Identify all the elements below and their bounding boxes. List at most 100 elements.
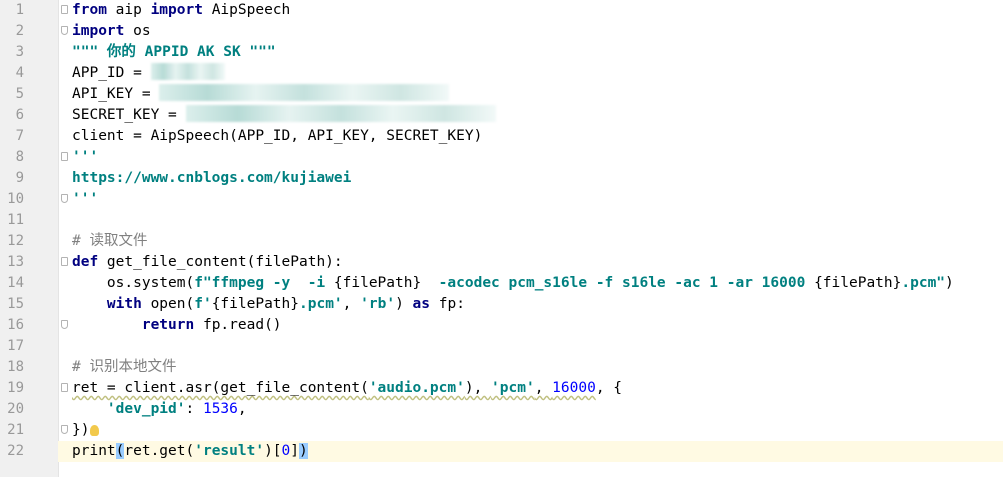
code-token: {filePath} <box>211 296 300 312</box>
line-number: 4 <box>15 65 24 81</box>
code-editor[interactable]: 1 2 3 4 5 6 7 8 9 10 11 12 13 14 15 16 17 18 19 20 21 22 from… <box>0 0 1003 477</box>
fold-end-icon[interactable] <box>61 26 68 35</box>
code-line[interactable]: """ 你的 APPID AK SK """ <box>58 42 1003 63</box>
code-token: f"ffmpeg -y -i <box>194 275 334 291</box>
code-text: }) <box>72 420 100 441</box>
code-text: """ 你的 APPID AK SK """ <box>72 42 276 63</box>
code-text: API_KEY = <box>72 84 450 105</box>
code-text: print(ret.get('result')[0]) <box>72 441 308 462</box>
code-line[interactable]: APP_ID = <box>58 63 1003 84</box>
code-token: 0 <box>281 443 291 459</box>
line-number: 2 <box>15 23 24 39</box>
redacted-value <box>185 105 496 122</box>
line-number-gutter[interactable]: 1 2 3 4 5 6 7 8 9 10 11 12 13 14 15 16 17 18 19 20 21 22 <box>0 0 59 477</box>
code-token: ) <box>299 443 308 459</box>
fold-end-icon[interactable] <box>61 425 68 434</box>
code-line[interactable]: ''' <box>58 147 1003 168</box>
code-text: 'dev_pid': 1536, <box>72 399 247 420</box>
code-token: )[ <box>264 443 282 459</box>
code-line[interactable]: 'dev_pid': 1536, <box>58 399 1003 420</box>
code-token: : <box>185 401 203 417</box>
code-token: 'dev_pid' <box>106 401 186 417</box>
code-text: ''' <box>72 147 98 168</box>
code-token: aip <box>106 2 151 18</box>
line-number: 20 <box>7 401 24 417</box>
code-token: {filePath} <box>814 275 902 291</box>
code-token: ) <box>395 296 413 312</box>
fold-start-icon[interactable] <box>61 152 68 161</box>
fold-end-icon[interactable] <box>61 194 68 203</box>
fold-start-icon[interactable] <box>61 257 68 266</box>
code-token: fp: <box>430 296 465 312</box>
code-token: , <box>237 401 247 417</box>
code-line[interactable]: from aip import AipSpeech <box>58 0 1003 21</box>
code-token: ret.get( <box>124 443 195 459</box>
line-number: 14 <box>7 275 24 291</box>
code-token: , <box>534 380 553 396</box>
code-token: os <box>124 23 151 39</box>
code-area[interactable]: from aip import AipSpeech import os """ 你的… <box>58 0 1003 477</box>
code-token: AipSpeech <box>202 2 291 18</box>
code-token: 'pcm' <box>491 380 535 396</box>
code-line[interactable]: os.system(f"ffmpeg -y -i {filePath} -aco… <box>58 273 1003 294</box>
code-token: open( <box>141 296 195 312</box>
code-line[interactable]: ret = client.asr(get_file_content('audio… <box>58 378 1003 399</box>
code-text: https://www.cnblogs.com/kujiawei <box>72 168 351 189</box>
code-token: , <box>342 296 361 312</box>
code-text: # 读取文件 <box>72 231 147 252</box>
code-token: fp.read() <box>194 317 282 333</box>
code-text: def get_file_content(filePath): <box>72 252 343 273</box>
code-token: {filePath} <box>333 275 422 291</box>
code-line[interactable]: client = AipSpeech(APP_ID, API_KEY, SECR… <box>58 126 1003 147</box>
code-token: 16000 <box>552 380 596 396</box>
code-line[interactable] <box>58 336 1003 357</box>
code-text: client = AipSpeech(APP_ID, API_KEY, SECR… <box>72 126 482 147</box>
code-token: def <box>72 254 99 270</box>
code-line[interactable]: def get_file_content(filePath): <box>58 252 1003 273</box>
line-number: 6 <box>15 107 24 123</box>
code-token: .pcm" <box>901 275 946 291</box>
code-token: .pcm' <box>299 296 343 312</box>
code-text: from aip import AipSpeech <box>72 0 290 21</box>
line-number: 17 <box>7 338 24 354</box>
code-token: ''' <box>72 191 99 207</box>
code-line[interactable]: # 识别本地文件 <box>58 357 1003 378</box>
fold-start-icon[interactable] <box>61 383 68 392</box>
code-token: }) <box>72 422 90 438</box>
code-token: get_file_content(filePath): <box>98 254 343 270</box>
line-number: 19 <box>7 380 24 396</box>
code-line[interactable]: API_KEY = <box>58 84 1003 105</box>
code-line[interactable] <box>58 210 1003 231</box>
fold-end-icon[interactable] <box>61 320 68 329</box>
code-line[interactable]: https://www.cnblogs.com/kujiawei <box>58 168 1003 189</box>
code-token: ] <box>290 443 300 459</box>
code-line[interactable]: # 读取文件 <box>58 231 1003 252</box>
code-text: # 识别本地文件 <box>72 357 176 378</box>
code-line[interactable]: return fp.read() <box>58 315 1003 336</box>
code-line[interactable]: ''' <box>58 189 1003 210</box>
fold-start-icon[interactable] <box>61 5 68 14</box>
code-token: , { <box>595 380 623 396</box>
code-text: return fp.read() <box>72 315 282 336</box>
code-line[interactable]: with open(f'{filePath}.pcm', 'rb') as fp… <box>58 294 1003 315</box>
code-token: ), <box>464 380 492 396</box>
code-token: ret = client.asr(get_file_content( <box>72 380 369 396</box>
lightbulb-icon[interactable] <box>90 425 100 436</box>
code-line[interactable]: import os <box>58 21 1003 42</box>
code-line[interactable]: print(ret.get('result')[0]) <box>58 441 1003 462</box>
code-token: # 识别本地文件 <box>72 359 177 375</box>
code-token: import <box>150 2 203 18</box>
code-text: APP_ID = <box>72 63 225 84</box>
code-line[interactable]: SECRET_KEY = <box>58 105 1003 126</box>
line-number: 18 <box>7 359 24 375</box>
line-number: 8 <box>15 149 24 165</box>
line-number: 12 <box>7 233 24 249</box>
line-number: 16 <box>7 317 24 333</box>
line-number: 3 <box>15 44 24 60</box>
code-text: ''' <box>72 189 98 210</box>
code-text: import os <box>72 21 151 42</box>
code-line[interactable]: }) <box>58 420 1003 441</box>
code-text: with open(f'{filePath}.pcm', 'rb') as fp… <box>72 294 465 315</box>
line-number: 21 <box>7 422 24 438</box>
